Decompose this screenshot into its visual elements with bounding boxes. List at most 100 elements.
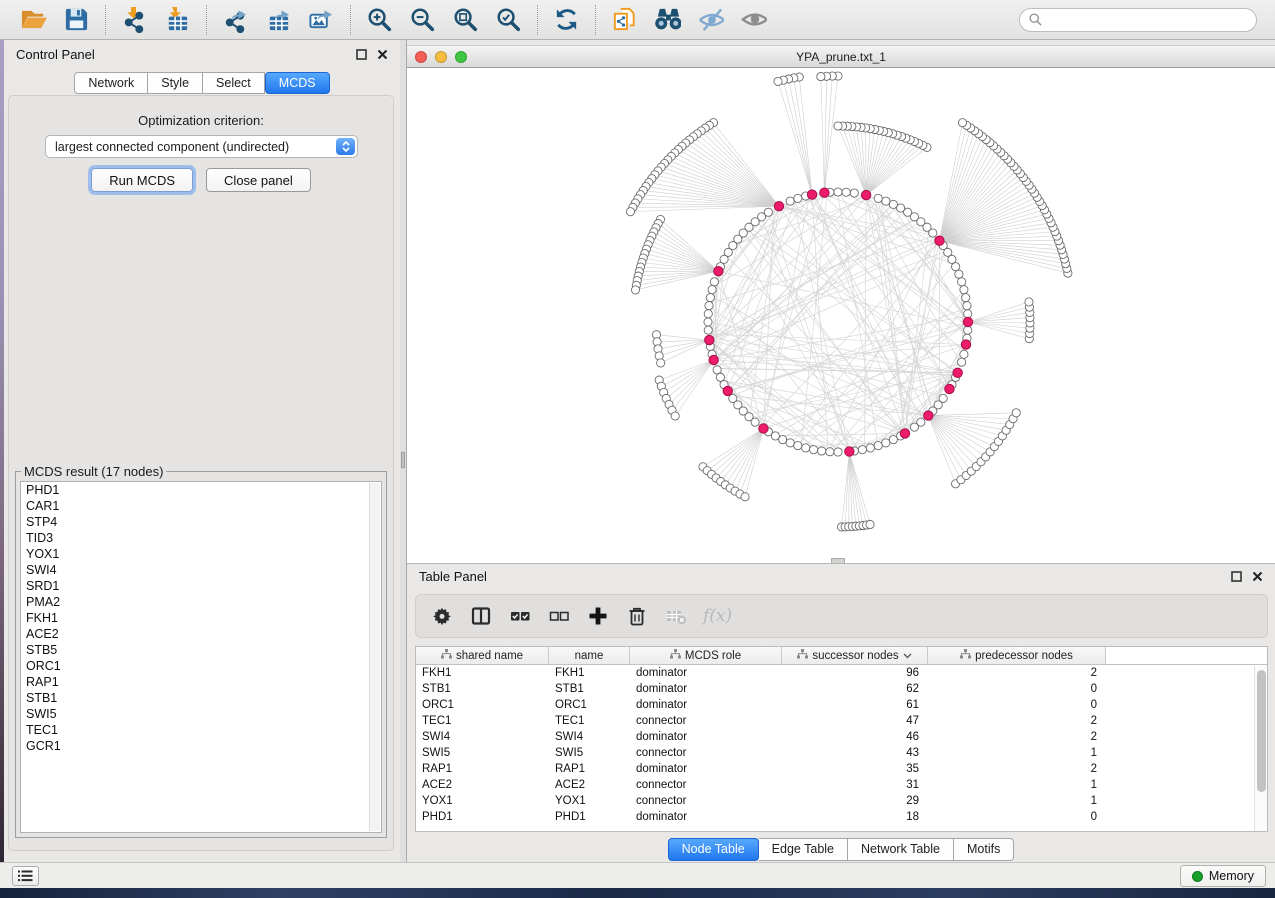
result-node-item[interactable]: SWI5 (21, 706, 381, 722)
network-graph[interactable] (407, 68, 1275, 563)
table-row[interactable]: PHD1PHD1dominator180 (416, 809, 1267, 825)
tab-edge-table[interactable]: Edge Table (759, 838, 848, 861)
cell-predecessor-nodes: 1 (928, 777, 1106, 793)
result-node-item[interactable]: FKH1 (21, 610, 381, 626)
table-row[interactable]: SWI5SWI5connector431 (416, 745, 1267, 761)
zoom-selected-button[interactable] (487, 3, 530, 37)
column-header-name[interactable]: name (549, 647, 630, 664)
search-input[interactable] (1048, 13, 1247, 27)
function-builder-button[interactable]: f(x) (703, 604, 732, 628)
zoom-fit-button[interactable] (444, 3, 487, 37)
copy-network-button[interactable] (603, 3, 646, 37)
zoom-in-button[interactable] (358, 3, 401, 37)
table-scrollbar-thumb[interactable] (1257, 670, 1266, 792)
save-session-button[interactable] (55, 3, 98, 37)
close-window-icon[interactable] (415, 51, 427, 63)
result-node-item[interactable]: STB1 (21, 690, 381, 706)
result-node-item[interactable]: GCR1 (21, 738, 381, 754)
result-node-item[interactable]: SRD1 (21, 578, 381, 594)
tab-select[interactable]: Select (203, 72, 265, 94)
table-row[interactable]: ORC1ORC1dominator610 (416, 697, 1267, 713)
table-row[interactable]: SWI4SWI4dominator462 (416, 729, 1267, 745)
column-header-successor-nodes[interactable]: successor nodes (782, 647, 928, 664)
network-canvas[interactable] (407, 68, 1275, 563)
result-node-item[interactable]: RAP1 (21, 674, 381, 690)
cell-mcds-role: dominator (630, 729, 782, 745)
tab-style[interactable]: Style (148, 72, 203, 94)
result-node-item[interactable]: PHD1 (21, 482, 381, 498)
refresh-view-button[interactable] (545, 3, 588, 37)
hide-selected-button[interactable] (689, 3, 732, 37)
export-table-button[interactable] (257, 3, 300, 37)
import-table-button[interactable] (156, 3, 199, 37)
search-field[interactable] (1019, 8, 1257, 32)
result-node-item[interactable]: STP4 (21, 514, 381, 530)
import-network-button[interactable] (113, 3, 156, 37)
splitter-grip[interactable] (401, 452, 405, 468)
minimize-window-icon[interactable] (435, 51, 447, 63)
criterion-select[interactable]: largest connected component (undirected) (45, 135, 358, 158)
run-mcds-button[interactable]: Run MCDS (91, 168, 193, 192)
close-table-panel-icon[interactable] (1252, 571, 1263, 582)
result-node-item[interactable]: ORC1 (21, 658, 381, 674)
tab-node-table[interactable]: Node Table (668, 838, 759, 861)
float-table-panel-icon[interactable] (1231, 571, 1242, 582)
delete-table-button[interactable] (664, 604, 688, 628)
open-file-button[interactable] (12, 3, 55, 37)
maximize-window-icon[interactable] (455, 51, 467, 63)
main-toolbar (0, 0, 1275, 40)
close-panel-icon[interactable] (377, 49, 388, 60)
tab-network[interactable]: Network (74, 72, 148, 94)
cell-predecessor-nodes: 2 (928, 729, 1106, 745)
show-columns-button[interactable] (469, 604, 493, 628)
close-panel-button[interactable]: Close panel (206, 168, 311, 192)
table-row[interactable]: YOX1YOX1connector291 (416, 793, 1267, 809)
table-row[interactable]: TEC1TEC1connector472 (416, 713, 1267, 729)
show-all-button[interactable] (732, 3, 775, 37)
column-header-shared-name[interactable]: shared name (416, 647, 549, 664)
cell-mcds-role: dominator (630, 761, 782, 777)
zoom-out-button[interactable] (401, 3, 444, 37)
tab-mcds[interactable]: MCDS (265, 72, 330, 94)
export-image-button[interactable] (300, 3, 343, 37)
function-builder-icon: f(x) (703, 606, 732, 626)
delete-rows-button[interactable] (625, 604, 649, 628)
tab-motifs[interactable]: Motifs (954, 838, 1014, 861)
table-row[interactable]: STB1STB1dominator620 (416, 681, 1267, 697)
result-node-item[interactable]: PMA2 (21, 594, 381, 610)
search-network-button[interactable] (646, 3, 689, 37)
result-node-item[interactable]: CAR1 (21, 498, 381, 514)
float-panel-icon[interactable] (356, 49, 367, 60)
result-node-item[interactable]: YOX1 (21, 546, 381, 562)
node-table[interactable]: shared namenameMCDS rolesuccessor nodesp… (415, 646, 1268, 832)
column-settings-button[interactable] (430, 604, 454, 628)
export-network-button[interactable] (214, 3, 257, 37)
result-node-item[interactable]: SWI4 (21, 562, 381, 578)
memory-button[interactable]: Memory (1180, 865, 1266, 887)
result-node-item[interactable]: TEC1 (21, 722, 381, 738)
table-row[interactable]: FKH1FKH1dominator962 (416, 665, 1267, 681)
result-node-item[interactable]: TID3 (21, 530, 381, 546)
column-header-predecessor-nodes[interactable]: predecessor nodes (928, 647, 1106, 664)
tab-network-table[interactable]: Network Table (848, 838, 954, 861)
export-table-icon (265, 6, 292, 33)
memory-button-label: Memory (1209, 869, 1254, 883)
cell-name: STB1 (549, 681, 630, 697)
status-menu-button[interactable] (12, 866, 39, 886)
table-row[interactable]: ACE2ACE2connector311 (416, 777, 1267, 793)
cell-successor-nodes: 47 (782, 713, 928, 729)
result-node-item[interactable]: STB5 (21, 642, 381, 658)
table-row[interactable]: RAP1RAP1dominator352 (416, 761, 1267, 777)
save-session-icon (63, 6, 90, 33)
table-scrollbar[interactable] (1254, 666, 1267, 831)
criterion-selected-value: largest connected component (undirected) (55, 140, 289, 154)
deselect-all-checkboxes-button[interactable] (547, 604, 571, 628)
column-header-mcds-role[interactable]: MCDS role (630, 647, 782, 664)
add-row-button[interactable] (586, 604, 610, 628)
cell-successor-nodes: 61 (782, 697, 928, 713)
network-window-titlebar[interactable]: YPA_prune.txt_1 (407, 45, 1275, 68)
result-node-item[interactable]: ACE2 (21, 626, 381, 642)
panel-splitter[interactable] (400, 40, 407, 862)
result-list-scrollbar[interactable] (369, 483, 380, 831)
select-all-checkboxes-button[interactable] (508, 604, 532, 628)
